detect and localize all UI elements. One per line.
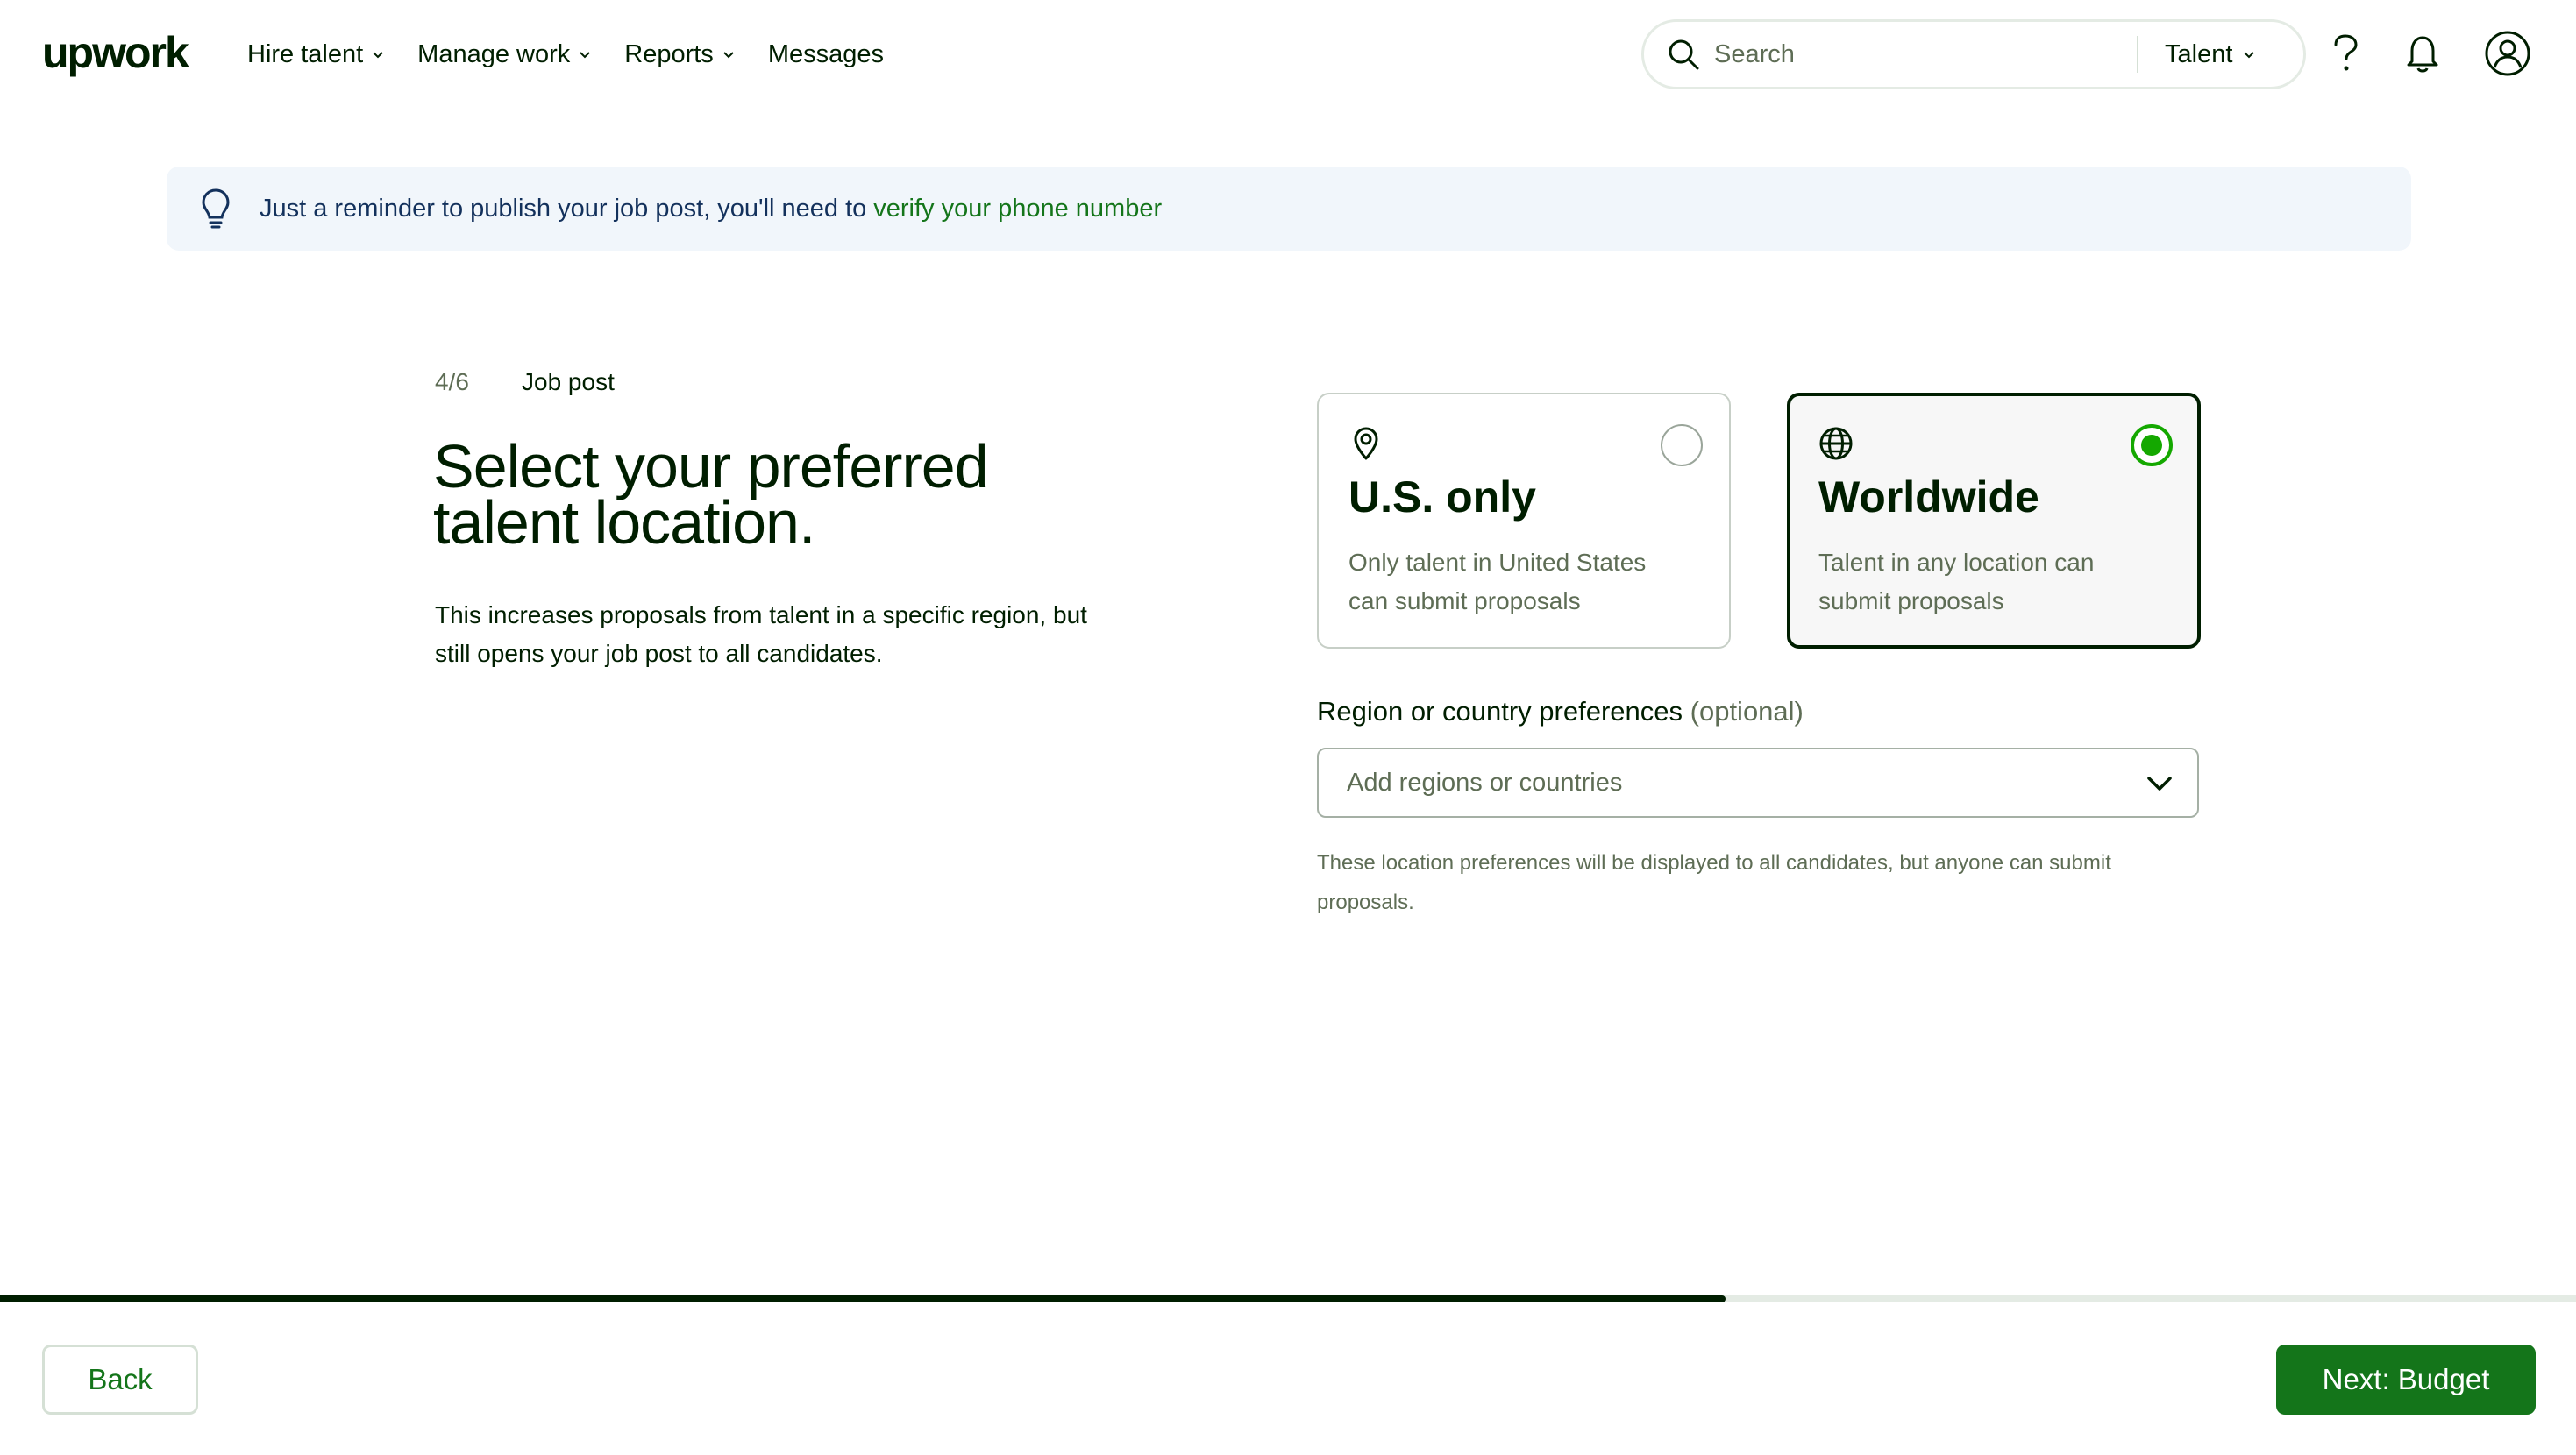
chevron-down-icon <box>580 52 590 59</box>
lightbulb-icon <box>202 188 230 229</box>
option-title: Worldwide <box>1818 472 2039 522</box>
option-title: U.S. only <box>1348 472 1536 522</box>
account-icon[interactable] <box>2483 29 2532 78</box>
search-input[interactable] <box>1714 39 2126 69</box>
step-counter: 4/6 <box>435 368 469 395</box>
option-us-only[interactable]: U.S. only Only talent in United States c… <box>1317 393 1731 649</box>
next-budget-button[interactable]: Next: Budget <box>2276 1345 2536 1415</box>
upwork-logo[interactable]: upwork <box>42 26 189 79</box>
option-description: Only talent in United States can submit … <box>1348 549 1647 614</box>
search-divider <box>2137 36 2138 73</box>
page: upwork Hire talent Manage work Reports M… <box>0 0 2576 1455</box>
nav-hire-talent[interactable]: Hire talent <box>247 40 384 69</box>
nav-reports[interactable]: Reports <box>624 40 735 69</box>
notifications-icon[interactable] <box>2401 32 2444 75</box>
logo-text: upwork <box>42 28 189 77</box>
region-dropdown-placeholder: Add regions or countries <box>1347 768 1623 797</box>
region-note: These location preferences will be displ… <box>1317 851 2111 914</box>
nav-manage-work[interactable]: Manage work <box>417 40 591 69</box>
step-name: Job post <box>522 368 615 395</box>
optional-tag: (optional) <box>1690 696 1804 727</box>
nav-manage-work-label: Manage work <box>417 39 571 68</box>
region-preferences-label: Region or country preferences (optional) <box>1317 696 1804 728</box>
chevron-down-icon <box>373 52 383 59</box>
phone-verify-banner: Just a reminder to publish your job post… <box>167 167 2411 251</box>
page-description: This increases proposals from talent in … <box>435 601 1087 667</box>
option-worldwide[interactable]: Worldwide Talent in any location can sub… <box>1787 393 2201 649</box>
nav-messages-label: Messages <box>767 39 884 68</box>
search-bar: Talent <box>1641 19 2306 89</box>
progress-fill <box>0 1295 1726 1302</box>
search-icon[interactable] <box>1667 38 1700 71</box>
main-nav: Hire talent Manage work Reports Messages <box>247 35 917 74</box>
banner-text: Just a reminder to publish your job post… <box>260 194 867 223</box>
search-scope-select[interactable]: Talent <box>2165 40 2255 69</box>
search-scope-label: Talent <box>2165 39 2233 68</box>
page-title: Select your preferred talent location. <box>433 432 989 557</box>
chevron-down-icon <box>723 52 734 59</box>
region-label-text: Region or country preferences <box>1317 696 1683 727</box>
verify-phone-link[interactable]: verify your phone number <box>873 195 1162 224</box>
location-pin-icon <box>1354 427 1378 460</box>
chevron-down-icon <box>2244 52 2255 59</box>
nav-messages[interactable]: Messages <box>768 40 884 69</box>
help-icon[interactable] <box>2323 32 2367 75</box>
globe-icon <box>1819 427 1853 460</box>
nav-reports-label: Reports <box>624 39 714 68</box>
chevron-down-icon <box>2147 777 2172 791</box>
radio-us-only[interactable] <box>1661 424 1703 466</box>
back-button[interactable]: Back <box>42 1345 198 1415</box>
option-description: Talent in any location can submit propos… <box>1818 549 2095 614</box>
region-dropdown[interactable]: Add regions or countries <box>1317 748 2199 818</box>
progress-bar <box>0 1295 2576 1302</box>
nav-hire-talent-label: Hire talent <box>247 39 364 68</box>
radio-worldwide[interactable] <box>2131 424 2173 466</box>
